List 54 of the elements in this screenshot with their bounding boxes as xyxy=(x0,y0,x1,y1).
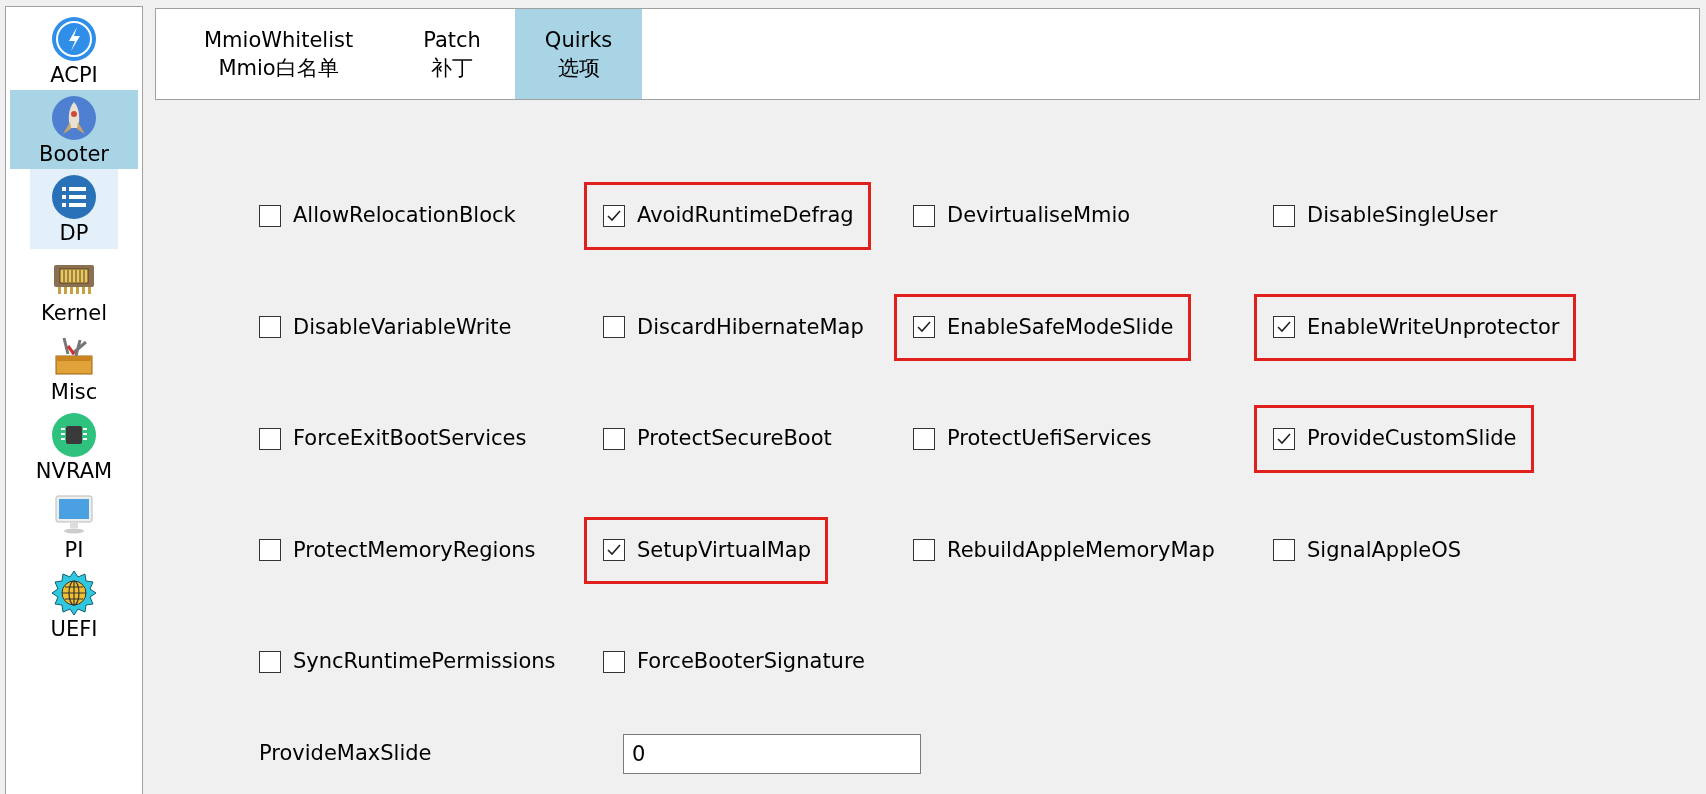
tab[interactable]: Quirks 选项 xyxy=(514,9,643,99)
sidebar-item[interactable]: Kernel xyxy=(6,248,142,328)
checkbox-box[interactable] xyxy=(913,427,935,450)
checkbox-box[interactable] xyxy=(603,539,625,562)
sidebar-item[interactable]: UEFI xyxy=(6,565,142,645)
list-icon xyxy=(50,173,98,222)
tab[interactable]: Patch 补丁 xyxy=(389,9,515,99)
highlighted-checkbox[interactable]: EnableWriteUnprotector xyxy=(1254,293,1577,361)
checkbox-box[interactable] xyxy=(1273,539,1295,562)
rocket-icon xyxy=(50,94,98,143)
field-label: ProvideMaxSlide xyxy=(259,739,433,767)
checkbox-box[interactable] xyxy=(259,427,281,450)
checkbox-box[interactable] xyxy=(913,204,935,227)
tab[interactable]: MmioWhitelist Mmio白名单 xyxy=(156,9,390,99)
sidebar-item[interactable]: Misc xyxy=(6,327,142,407)
checkbox[interactable]: ForceExitBootServices xyxy=(240,405,544,473)
bolt-icon xyxy=(50,15,98,63)
checkbox[interactable]: ProtectUefiServices xyxy=(894,405,1169,473)
checkbox-box[interactable] xyxy=(603,204,625,227)
highlighted-checkbox[interactable]: EnableSafeModeSlide xyxy=(894,293,1191,361)
checkbox-box[interactable] xyxy=(913,316,935,339)
checkbox-box[interactable] xyxy=(1273,427,1295,450)
input-field[interactable]: 0 xyxy=(623,733,921,774)
checkbox-box[interactable] xyxy=(259,650,281,673)
checkbox[interactable]: DiscardHibernateMap xyxy=(584,293,881,361)
checkbox-box[interactable] xyxy=(603,316,625,339)
checkbox[interactable]: ForceBooterSignature xyxy=(584,628,883,696)
checkbox-box[interactable] xyxy=(603,650,625,673)
sidebar-item[interactable]: DP xyxy=(30,169,118,249)
gear-icon xyxy=(50,569,98,618)
checkbox-box[interactable] xyxy=(1273,204,1295,227)
sidebar-item[interactable]: Booter xyxy=(10,90,138,170)
checkbox-box[interactable] xyxy=(1273,316,1295,339)
checkbox[interactable]: RebuildAppleMemoryMap xyxy=(894,516,1232,584)
checkbox[interactable]: SyncRuntimePermissions xyxy=(240,628,573,696)
checkbox[interactable]: DisableVariableWrite xyxy=(240,293,529,361)
checkbox-box[interactable] xyxy=(259,204,281,227)
sidebar-item[interactable]: NVRAM xyxy=(6,406,142,487)
highlighted-checkbox[interactable]: ProvideCustomSlide xyxy=(1254,405,1534,473)
checkbox-box[interactable] xyxy=(913,539,935,562)
sidebar-item[interactable]: PI xyxy=(6,486,142,566)
highlighted-checkbox[interactable]: AvoidRuntimeDefrag xyxy=(584,182,871,250)
checkbox-box[interactable] xyxy=(259,316,281,339)
checkbox-box[interactable] xyxy=(259,539,281,562)
checkbox[interactable]: ProtectSecureBoot xyxy=(584,405,849,473)
checkbox[interactable]: DevirtualiseMmio xyxy=(894,182,1148,250)
sidebar-item[interactable]: ACPI xyxy=(6,11,142,91)
checkbox[interactable]: ProtectMemoryRegions xyxy=(240,516,553,584)
checkbox-box[interactable] xyxy=(603,427,625,450)
checkbox[interactable]: SignalAppleOS xyxy=(1254,516,1479,584)
checkbox[interactable]: AllowRelocationBlock xyxy=(240,182,533,250)
highlighted-checkbox[interactable]: SetupVirtualMap xyxy=(584,516,829,584)
checkbox[interactable]: DisableSingleUser xyxy=(1254,182,1515,250)
chip-icon xyxy=(50,410,98,459)
